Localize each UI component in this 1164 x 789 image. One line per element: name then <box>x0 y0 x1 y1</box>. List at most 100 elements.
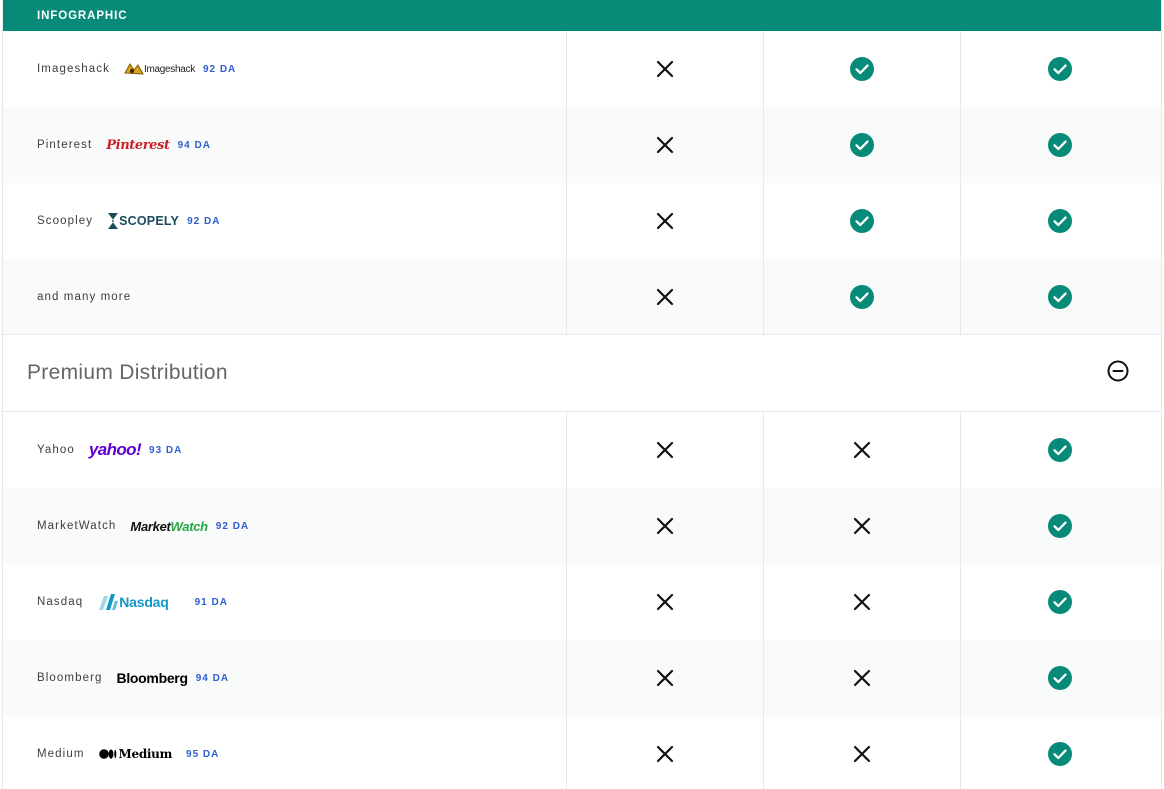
marketwatch-logo: Market Watch <box>130 518 209 534</box>
table-row: Medium Medium 95 DA <box>3 716 1161 789</box>
da-score: 92 DA <box>215 520 250 532</box>
plan-cell <box>961 640 1159 716</box>
plan-cell <box>567 107 764 183</box>
site-cell: Bloomberg Bloomberg 94 DA <box>3 640 567 716</box>
yahoo-logo: yahoo! <box>88 440 142 459</box>
cross-icon <box>853 745 871 763</box>
plan-cell <box>567 716 764 789</box>
plan-cell <box>567 259 764 334</box>
site-cell: Pinterest Pinterest 94 DA <box>3 107 567 183</box>
da-score: 91 DA <box>194 596 228 608</box>
pinterest-logo: Pinterest <box>106 137 170 153</box>
check-circle-icon <box>850 133 874 157</box>
table-row: Nasdaq Nasdaq 91 DA <box>3 564 1161 640</box>
comparison-table: INFOGRAPHIC Imageshack Imageshack 92 DA … <box>2 0 1162 789</box>
table-row: MarketWatch Market Watch 92 DA <box>3 488 1161 564</box>
plan-cell <box>764 640 961 716</box>
table-row: and many more <box>3 259 1161 335</box>
table-row: Yahoo yahoo! 93 DA <box>3 412 1161 488</box>
medium-logo-text: Medium <box>118 747 173 761</box>
scopely-logo-mark-icon <box>108 213 119 229</box>
cross-icon <box>656 593 674 611</box>
medium-logo-mark-icon <box>98 749 116 759</box>
cross-icon <box>656 136 674 154</box>
imageshack-logo-mark-icon <box>124 63 144 75</box>
da-score: 94 DA <box>195 672 230 684</box>
plan-cell <box>567 640 764 716</box>
site-cell: and many more <box>3 259 567 334</box>
check-circle-icon <box>1048 438 1072 462</box>
plan-cell <box>764 31 961 107</box>
plan-cell <box>567 31 764 107</box>
marketwatch-logo-accent: Watch <box>170 518 209 534</box>
cross-icon <box>656 517 674 535</box>
da-score: 94 DA <box>177 139 211 151</box>
check-circle-icon <box>850 57 874 81</box>
check-circle-icon <box>1048 666 1072 690</box>
site-cell: Nasdaq Nasdaq 91 DA <box>3 564 567 640</box>
da-score: 92 DA <box>202 63 237 75</box>
imageshack-logo-text: Imageshack <box>144 63 195 75</box>
section-title: Premium Distribution <box>27 361 228 384</box>
table-row: Scoopley SCOPELY 92 DA <box>3 183 1161 259</box>
table-row: Imageshack Imageshack 92 DA <box>3 31 1161 107</box>
check-circle-icon <box>1048 514 1072 538</box>
site-cell: Medium Medium 95 DA <box>3 716 567 789</box>
premium-distribution-section-header[interactable]: Premium Distribution <box>3 335 1161 412</box>
category-title: INFOGRAPHIC <box>37 9 128 22</box>
site-name: Bloomberg <box>37 672 103 684</box>
cross-icon <box>853 593 871 611</box>
plan-cell <box>764 259 961 334</box>
plan-cell <box>764 564 961 640</box>
cross-icon <box>853 441 871 459</box>
check-circle-icon <box>850 209 874 233</box>
plan-cell <box>764 716 961 789</box>
da-score: 95 DA <box>186 748 220 760</box>
cross-icon <box>656 60 674 78</box>
nasdaq-logo-mark-icon <box>99 594 119 610</box>
site-name: Medium <box>37 748 85 760</box>
nasdaq-logo: Nasdaq <box>97 592 169 612</box>
site-cell: Yahoo yahoo! 93 DA <box>3 412 567 488</box>
plan-cell <box>764 412 961 488</box>
cross-icon <box>656 288 674 306</box>
check-circle-icon <box>1048 133 1072 157</box>
plan-cell <box>961 412 1159 488</box>
medium-logo: Medium <box>98 747 173 761</box>
plan-cell <box>764 107 961 183</box>
plan-cell <box>961 107 1159 183</box>
cross-icon <box>656 669 674 687</box>
check-circle-icon <box>1048 57 1072 81</box>
cross-icon <box>656 212 674 230</box>
check-circle-icon <box>1048 742 1072 766</box>
plan-cell <box>567 183 764 259</box>
site-name: and many more <box>37 290 132 303</box>
site-name: Imageshack <box>37 63 111 75</box>
minus-circle-icon[interactable] <box>1107 360 1129 387</box>
plan-cell <box>567 412 764 488</box>
imageshack-logo: Imageshack <box>124 62 195 76</box>
nasdaq-logo-text: Nasdaq <box>119 594 169 610</box>
da-score: 92 DA <box>187 215 221 227</box>
site-name: Pinterest <box>37 139 93 151</box>
bloomberg-logo: Bloomberg <box>116 670 189 686</box>
site-name: Nasdaq <box>37 596 84 608</box>
plan-cell <box>567 488 764 564</box>
plan-cell <box>961 259 1159 334</box>
check-circle-icon <box>850 284 874 309</box>
cross-icon <box>853 517 871 535</box>
check-circle-icon <box>1048 590 1072 614</box>
site-name: Yahoo <box>37 444 75 456</box>
table-row: Bloomberg Bloomberg 94 DA <box>3 640 1161 716</box>
check-circle-icon <box>1048 209 1072 233</box>
site-cell: Scoopley SCOPELY 92 DA <box>3 183 567 259</box>
plan-cell <box>961 488 1159 564</box>
category-header: INFOGRAPHIC <box>3 0 1161 31</box>
plan-cell <box>961 564 1159 640</box>
check-circle-icon <box>1048 284 1072 309</box>
plan-cell <box>961 183 1159 259</box>
cross-icon <box>656 441 674 459</box>
plan-cell <box>764 488 961 564</box>
site-name: MarketWatch <box>37 520 117 532</box>
plan-cell <box>961 31 1159 107</box>
